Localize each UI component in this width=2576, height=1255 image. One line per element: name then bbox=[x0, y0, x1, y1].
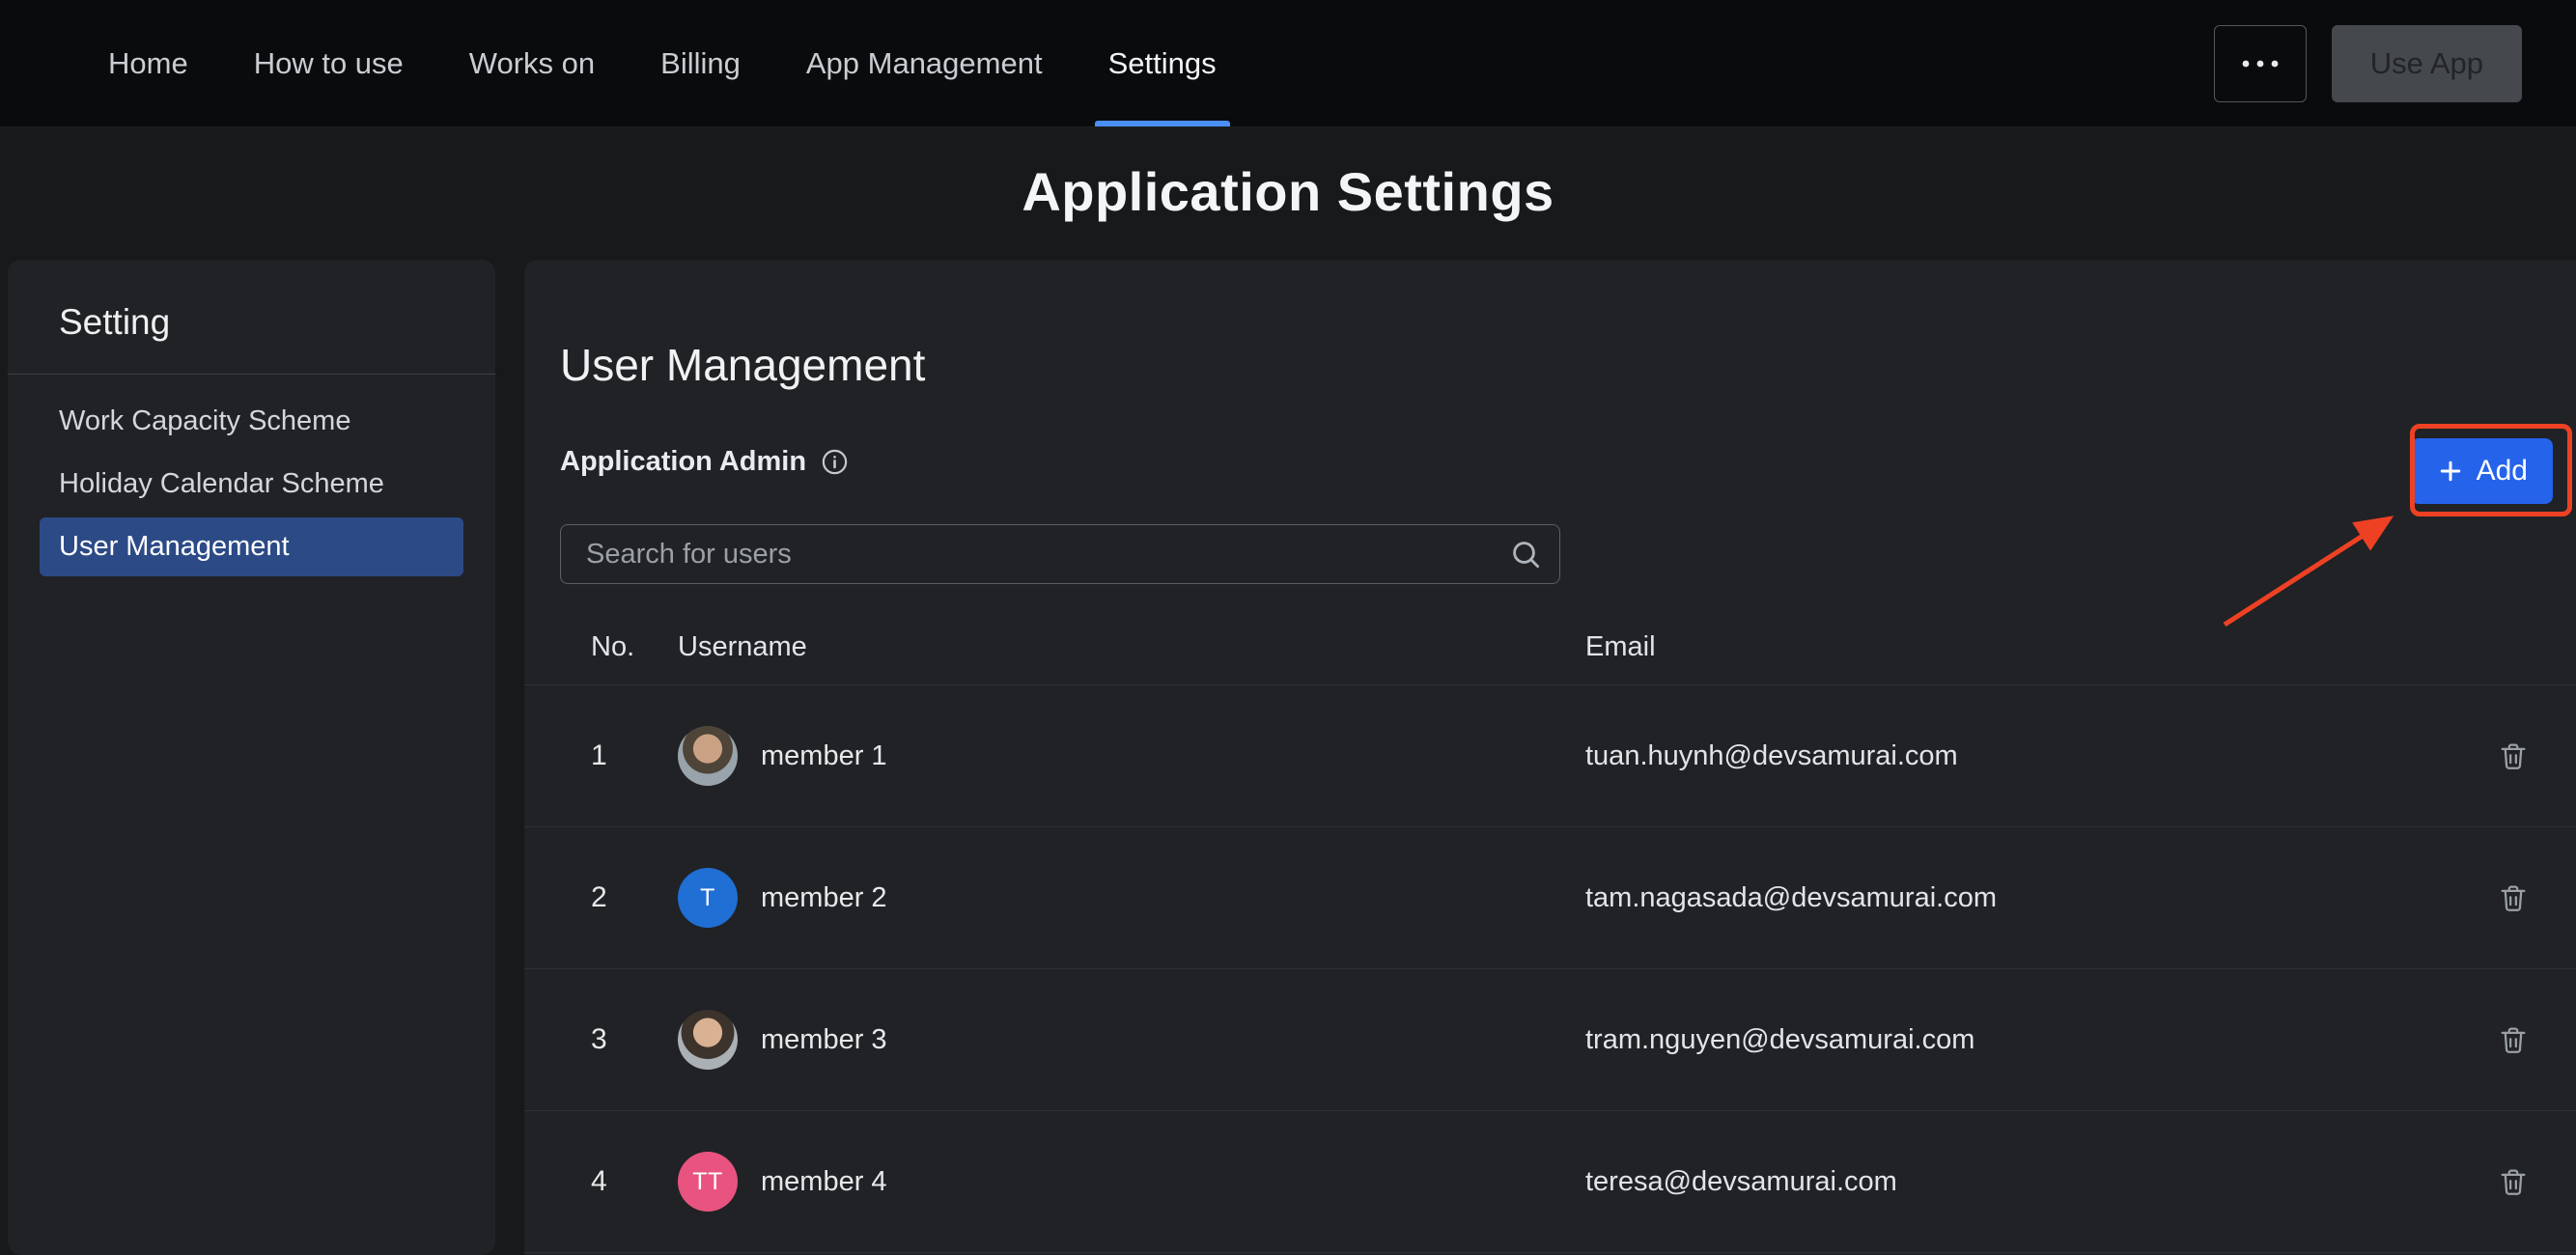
sidebar-list: Work Capacity SchemeHoliday Calendar Sch… bbox=[8, 392, 495, 576]
row-number: 1 bbox=[591, 739, 678, 772]
username-cell: member 3 bbox=[678, 1010, 1585, 1070]
users-table: No. Username Email 1 member 1 tuan.huynh@d… bbox=[524, 609, 2576, 1253]
trash-icon bbox=[2497, 1165, 2530, 1198]
username: member 3 bbox=[761, 1024, 887, 1056]
add-button-label: Add bbox=[2477, 455, 2528, 488]
application-admin-label: Application Admin bbox=[560, 446, 806, 478]
avatar bbox=[678, 1010, 738, 1070]
table-row: 1 member 1 tuan.huynh@devsamurai.com bbox=[524, 685, 2576, 827]
navbar-actions: Use App bbox=[2214, 25, 2522, 102]
app-window: HomeHow to useWorks onBillingApp Managem… bbox=[0, 0, 2576, 1255]
trash-icon bbox=[2497, 739, 2530, 772]
email: tam.nagasada@devsamurai.com bbox=[1585, 882, 2472, 914]
sidebar-item-holiday-calendar-scheme[interactable]: Holiday Calendar Scheme bbox=[40, 455, 463, 514]
info-icon[interactable] bbox=[820, 447, 850, 477]
search-box bbox=[560, 524, 1560, 584]
user-management-panel: User Management Application Admin Add bbox=[524, 260, 2576, 1255]
delete-user-button[interactable] bbox=[2497, 739, 2530, 772]
header-email: Email bbox=[1585, 631, 2472, 663]
table-row: 3 member 3 tram.nguyen@devsamurai.com bbox=[524, 969, 2576, 1111]
table-header-row: No. Username Email bbox=[524, 609, 2576, 685]
divider bbox=[8, 374, 495, 375]
nav-item-app-management[interactable]: App Management bbox=[773, 0, 1076, 126]
delete-user-button[interactable] bbox=[2497, 881, 2530, 914]
avatar bbox=[678, 726, 738, 786]
avatar: T bbox=[678, 868, 738, 928]
application-admin-row: Application Admin bbox=[560, 443, 2576, 480]
plus-icon bbox=[2436, 457, 2465, 486]
trash-icon bbox=[2497, 1023, 2530, 1056]
sidebar-title: Setting bbox=[8, 260, 495, 343]
use-app-button[interactable]: Use App bbox=[2332, 25, 2522, 102]
username: member 2 bbox=[761, 882, 887, 914]
row-number: 4 bbox=[591, 1165, 678, 1198]
sidebar-item-user-management[interactable]: User Management bbox=[40, 517, 463, 576]
panel-heading: User Management bbox=[560, 339, 2576, 391]
add-button[interactable]: Add bbox=[2411, 438, 2553, 504]
row-number: 3 bbox=[591, 1023, 678, 1056]
avatar: TT bbox=[678, 1152, 738, 1212]
delete-user-button[interactable] bbox=[2497, 1023, 2530, 1056]
nav-item-works-on[interactable]: Works on bbox=[436, 0, 628, 126]
username-cell: TT member 4 bbox=[678, 1152, 1585, 1212]
email: tram.nguyen@devsamurai.com bbox=[1585, 1024, 2472, 1056]
table-body: 1 member 1 tuan.huynh@devsamurai.com 2Tmemb… bbox=[524, 685, 2576, 1253]
email: teresa@devsamurai.com bbox=[1585, 1166, 2472, 1198]
nav-item-how-to-use[interactable]: How to use bbox=[221, 0, 436, 126]
nav-item-home[interactable]: Home bbox=[75, 0, 221, 126]
row-number: 2 bbox=[591, 881, 678, 914]
settings-sidebar: Setting Work Capacity SchemeHoliday Cale… bbox=[8, 260, 495, 1255]
header-no: No. bbox=[591, 631, 678, 663]
nav-item-billing[interactable]: Billing bbox=[628, 0, 773, 126]
trash-icon bbox=[2497, 881, 2530, 914]
username: member 1 bbox=[761, 740, 887, 772]
ellipsis-icon bbox=[2241, 59, 2280, 69]
username: member 4 bbox=[761, 1166, 887, 1198]
table-row: 4TT member 4 teresa@devsamurai.com bbox=[524, 1111, 2576, 1253]
sidebar-item-work-capacity-scheme[interactable]: Work Capacity Scheme bbox=[40, 392, 463, 451]
username-cell: Tmember 2 bbox=[678, 868, 1585, 928]
delete-user-button[interactable] bbox=[2497, 1165, 2530, 1198]
page-title: Application Settings bbox=[0, 160, 2576, 223]
username-cell: member 1 bbox=[678, 726, 1585, 786]
top-navbar: HomeHow to useWorks onBillingApp Managem… bbox=[0, 0, 2576, 127]
email: tuan.huynh@devsamurai.com bbox=[1585, 740, 2472, 772]
more-button[interactable] bbox=[2214, 25, 2307, 102]
search-input[interactable] bbox=[560, 524, 1560, 584]
search-icon[interactable] bbox=[1508, 537, 1543, 572]
nav-item-settings[interactable]: Settings bbox=[1076, 0, 1249, 126]
nav-items: HomeHow to useWorks onBillingApp Managem… bbox=[75, 0, 1249, 126]
table-row: 2Tmember 2tam.nagasada@devsamurai.com bbox=[524, 827, 2576, 969]
header-username: Username bbox=[678, 631, 1585, 663]
